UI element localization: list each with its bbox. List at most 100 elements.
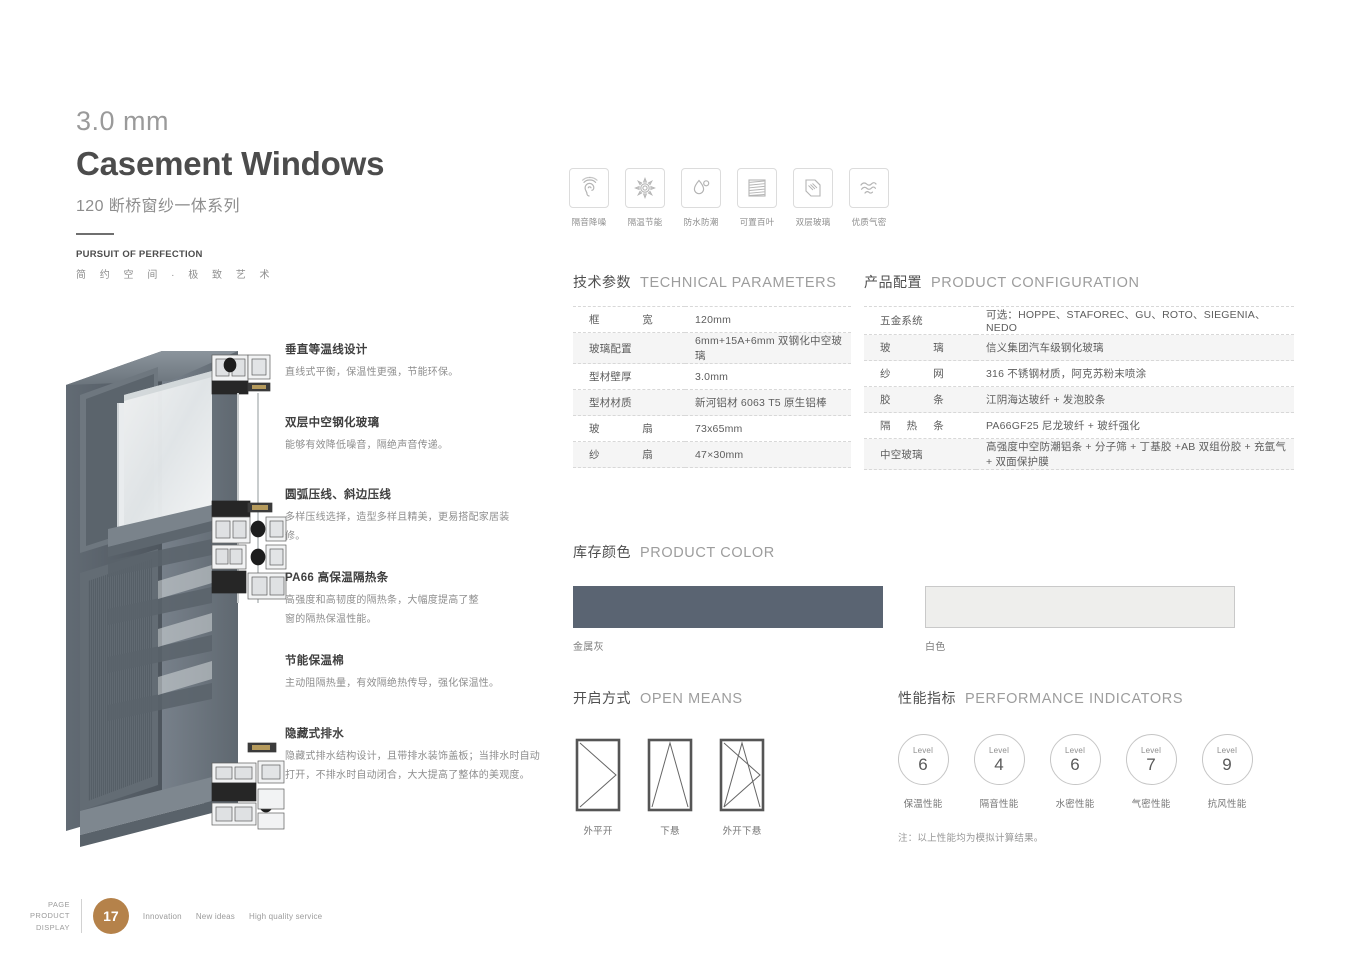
table-row: 隔热条 PA66GF25 尼龙玻纤 + 玻纤强化 — [864, 412, 1294, 439]
level-value: 4 — [994, 754, 1004, 774]
level-word: Level — [1140, 745, 1162, 755]
sun-thermal-icon — [625, 168, 665, 208]
performance-label: 气密性能 — [1131, 799, 1171, 810]
row-value: PA66GF25 尼龙玻纤 + 玻纤强化 — [976, 412, 1294, 439]
color-swatch[interactable]: 白色 — [925, 586, 1235, 653]
row-value: 120mm — [685, 306, 851, 333]
feature-body: 主动阻隔热量，有效隔绝热传导，强化保温性。 — [285, 678, 500, 690]
feature-heading: PA66 高保温隔热条 — [285, 572, 389, 585]
row-key: 纱扇 — [573, 441, 685, 468]
side-hung-diagram — [575, 738, 621, 812]
open-means-label: 下悬 — [660, 826, 680, 837]
row-value: 3.0mm — [685, 363, 851, 390]
table-row: 框宽 120mm — [573, 306, 851, 333]
page-title: Casement Windows — [76, 144, 385, 182]
feature-heading: 垂直等温线设计 — [285, 344, 368, 356]
row-value: 新河铝材 6063 T5 原生铝棒 — [685, 389, 851, 416]
table-row: 型材材质 新河铝材 6063 T5 原生铝棒 — [573, 389, 851, 416]
blinds-icon — [737, 168, 777, 208]
section-title: 技术参数 TECHNICAL PARAMETERS — [573, 272, 851, 292]
feature-item: 圆弧压线、斜边压线 多样压线选择，造型多样且精美，更易搭配家居装修。 — [285, 487, 545, 546]
feature-item: 双层中空钢化玻璃 能够有效降低噪音，隔绝声音传递。 — [285, 415, 545, 456]
feature-heading: 圆弧压线、斜边压线 — [285, 489, 392, 502]
product-color-panel: 库存颜色 PRODUCT COLOR 金属灰 白色 — [573, 542, 1235, 653]
open-means-item: 外平开 — [573, 738, 623, 837]
catalog-page: 3.0 mm Casement Windows 120 断桥窗纱一体系列 PUR… — [0, 0, 1366, 964]
row-value: 高强度中空防潮铝条 + 分子筛 + 丁基胶 +AB 双组份胶 + 充氩气 + 双… — [976, 438, 1294, 470]
table-row: 胶条 江阴海达玻纤 + 发泡胶条 — [864, 386, 1294, 413]
level-word: Level — [912, 745, 934, 755]
title-divider — [76, 232, 114, 235]
color-swatch[interactable]: 金属灰 — [573, 586, 883, 653]
feature-item: 隐藏式排水 隐藏式排水结构设计，且带排水装饰盖板；当排水时自动打开，不排水时自动… — [285, 726, 545, 785]
thickness-label: 3.0 mm — [76, 106, 170, 136]
performance-item: Level 6 保温性能 — [897, 734, 949, 810]
section-title: 性能指标 PERFORMANCE INDICATORS — [898, 688, 1298, 708]
tagline-en: PURSUIT OF PERFECTION — [76, 248, 203, 260]
table-row: 玻扇 73x65mm — [573, 415, 851, 442]
airtight-icon — [849, 168, 889, 208]
row-key: 五金系统 — [864, 306, 976, 335]
row-value: 江阴海达玻纤 + 发泡胶条 — [976, 386, 1294, 413]
color-swatch-label: 白色 — [925, 642, 946, 653]
row-value: 47×30mm — [685, 441, 851, 468]
row-value: 信义集团汽车级钢化玻璃 — [976, 334, 1294, 361]
feature-icon-label: 防水防潮 — [683, 217, 719, 227]
footer-tag: High quality service — [248, 911, 323, 921]
feature-icon-strip: 隔音降噪 隔温节能 防水防潮 可置百叶 双层玻璃 优质气密 — [569, 168, 889, 228]
performance-item: Level 6 水密性能 — [1049, 734, 1101, 810]
row-key: 框宽 — [573, 306, 685, 333]
table-row: 纱网 316 不锈钢材质，阿克苏粉末喷涂 — [864, 360, 1294, 387]
performance-label: 保温性能 — [903, 799, 943, 810]
table-row: 玻璃 信义集团汽车级钢化玻璃 — [864, 334, 1294, 361]
feature-heading: 双层中空钢化玻璃 — [285, 416, 380, 429]
feature-icon-cell: 隔音降噪 — [569, 168, 609, 228]
performance-item: Level 9 抗风性能 — [1201, 734, 1253, 810]
page-number-badge: 17 — [92, 898, 129, 934]
bottom-hung-diagram — [647, 738, 693, 812]
page-footer: PAGE PRODUCT DISPLAY 17 Innovation New i… — [30, 898, 322, 934]
tagline-cn: 简 约 空 间 · 极 致 艺 术 — [76, 269, 276, 281]
product-configuration-panel: 产品配置 PRODUCT CONFIGURATION 五金系统 可选：HOPPE… — [864, 272, 1294, 470]
section-title-en: PRODUCT COLOR — [640, 545, 775, 561]
row-key: 玻璃配置 — [573, 332, 685, 364]
color-swatch-label: 金属灰 — [573, 642, 604, 653]
feature-icon-cell: 隔温节能 — [625, 168, 665, 228]
feature-heading: 隐藏式排水 — [285, 727, 344, 740]
performance-label: 抗风性能 — [1207, 799, 1247, 810]
feature-icon-cell: 可置百叶 — [737, 168, 777, 228]
table-row: 玻璃配置 6mm+15A+6mm 双钢化中空玻璃 — [573, 332, 851, 364]
row-key: 玻璃 — [864, 334, 976, 361]
performance-label: 水密性能 — [1055, 799, 1095, 810]
water-drop-icon — [681, 168, 721, 208]
section-title: 开启方式 OPEN MEANS — [573, 688, 863, 708]
feature-icon-label: 优质气密 — [851, 217, 887, 227]
performance-badge: Level 7 — [1125, 734, 1177, 785]
performance-badge: Level 9 — [1201, 734, 1253, 785]
color-swatch-row: 金属灰 白色 — [573, 586, 1235, 653]
color-swatch-chip — [925, 586, 1235, 628]
series-subtitle: 120 断桥窗纱一体系列 — [76, 197, 240, 215]
feature-icon-cell: 双层玻璃 — [793, 168, 833, 228]
section-title: 产品配置 PRODUCT CONFIGURATION — [864, 272, 1294, 292]
section-title-cn: 性能指标 — [898, 690, 956, 706]
section-title-en: OPEN MEANS — [640, 691, 743, 707]
section-title-en: TECHNICAL PARAMETERS — [640, 275, 837, 291]
row-value: 73x65mm — [685, 415, 851, 442]
performance-row: Level 6 保温性能 Level 4 隔音性能 Level 6 水密性能 L… — [897, 734, 1298, 810]
level-value: 6 — [1070, 754, 1080, 774]
row-key: 玻扇 — [573, 415, 685, 442]
section-title-cn: 产品配置 — [864, 274, 922, 290]
footer-label-line: DISPLAY — [35, 922, 70, 932]
feature-item: PA66 高保温隔热条 高强度和高韧度的隔热条，大幅度提高了整窗的隔热保温性能。 — [285, 570, 545, 629]
row-key: 型材材质 — [573, 389, 685, 416]
level-value: 9 — [1222, 754, 1232, 774]
section-title-cn: 开启方式 — [573, 690, 631, 706]
table-row: 中空玻璃 高强度中空防潮铝条 + 分子筛 + 丁基胶 +AB 双组份胶 + 充氩… — [864, 438, 1294, 470]
double-glass-icon — [793, 168, 833, 208]
level-word: Level — [1064, 745, 1086, 755]
performance-badge: Level 4 — [973, 734, 1025, 785]
performance-label: 隔音性能 — [979, 799, 1019, 810]
section-title: 库存颜色 PRODUCT COLOR — [573, 542, 1235, 562]
footer-label-stack: PAGE PRODUCT DISPLAY — [30, 899, 70, 934]
